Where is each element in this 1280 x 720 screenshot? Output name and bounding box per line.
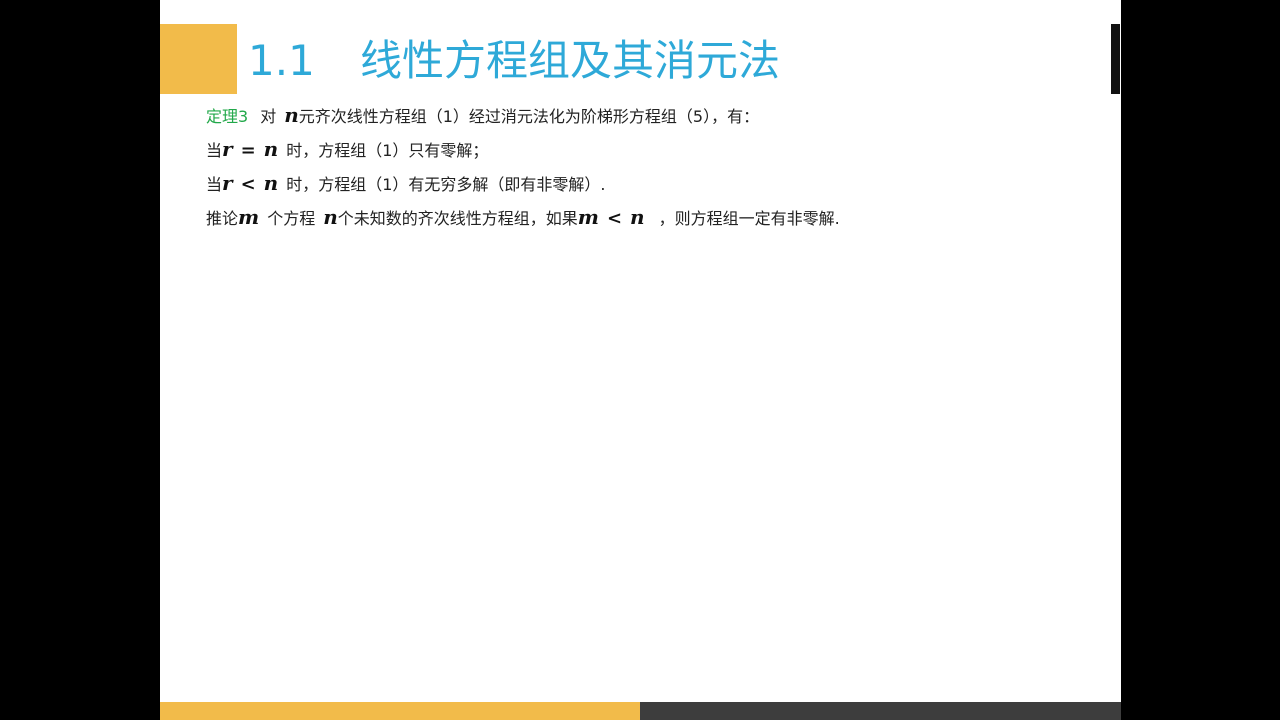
theorem-line-2-op: =	[240, 140, 256, 161]
slide-title: 1.1 线性方程组及其消元法	[248, 33, 780, 89]
corollary-var-m: m	[238, 205, 260, 229]
theorem-line-2-text: 时，方程组（1）只有零解；	[286, 141, 489, 160]
title-accent-block	[160, 24, 237, 94]
slide-content: 定理3 对 n元齐次线性方程组（1）经过消元法化为阶梯形方程组（5），有： 当r = n…	[206, 100, 1106, 236]
theorem-line-3-rhs: n	[263, 171, 279, 195]
title-section-number: 1.1	[248, 36, 315, 85]
theorem-line-3-prefix: 当	[206, 175, 223, 194]
footer-bar-orange	[160, 702, 640, 720]
slide-canvas: 1.1 线性方程组及其消元法 定理3 对 n元齐次线性方程组（1）经过消元法化为阶梯形…	[160, 0, 1121, 720]
theorem-line-1-prefix: 对	[260, 107, 277, 126]
theorem-line-2-lhs: r	[222, 137, 233, 161]
theorem-var-n: n	[284, 103, 299, 127]
corollary-text-a: 个方程	[267, 209, 316, 228]
corollary-var-n: n	[323, 205, 338, 229]
theorem-line-2-prefix: 当	[206, 141, 223, 160]
corollary-cond-rhs: n	[630, 205, 645, 229]
title-text: 线性方程组及其消元法	[360, 36, 781, 85]
theorem-line-3-text: 时，方程组（1）有无穷多解（即有非零解）.	[286, 175, 606, 194]
corollary-cond-op: <	[606, 208, 623, 229]
corollary-prefix: 推论	[206, 209, 239, 228]
corollary-text-b: 个未知数的齐次线性方程组，如果	[337, 209, 578, 228]
footer-bar	[160, 702, 1121, 720]
corollary-line: 推论m 个方程 n个未知数的齐次线性方程组，如果m < n ，则方程组一定有非零解.	[206, 202, 1106, 236]
theorem-line-2: 当r = n 时，方程组（1）只有零解；	[206, 134, 1106, 168]
footer-bar-dark	[640, 702, 1121, 720]
theorem-line-3: 当r < n 时，方程组（1）有无穷多解（即有非零解）.	[206, 168, 1106, 202]
theorem-label: 定理3	[206, 107, 249, 126]
corollary-cond-lhs: m	[577, 205, 599, 229]
theorem-line-1: 定理3 对 n元齐次线性方程组（1）经过消元法化为阶梯形方程组（5），有：	[206, 100, 1106, 134]
corollary-text-c: ，则方程组一定有非零解.	[658, 209, 840, 228]
side-tab-marker	[1111, 24, 1120, 94]
theorem-line-3-lhs: r	[222, 171, 233, 195]
theorem-line-3-op: <	[240, 174, 256, 195]
theorem-line-2-rhs: n	[263, 137, 279, 161]
theorem-line-1-text: 元齐次线性方程组（1）经过消元法化为阶梯形方程组（5），有：	[298, 107, 760, 126]
